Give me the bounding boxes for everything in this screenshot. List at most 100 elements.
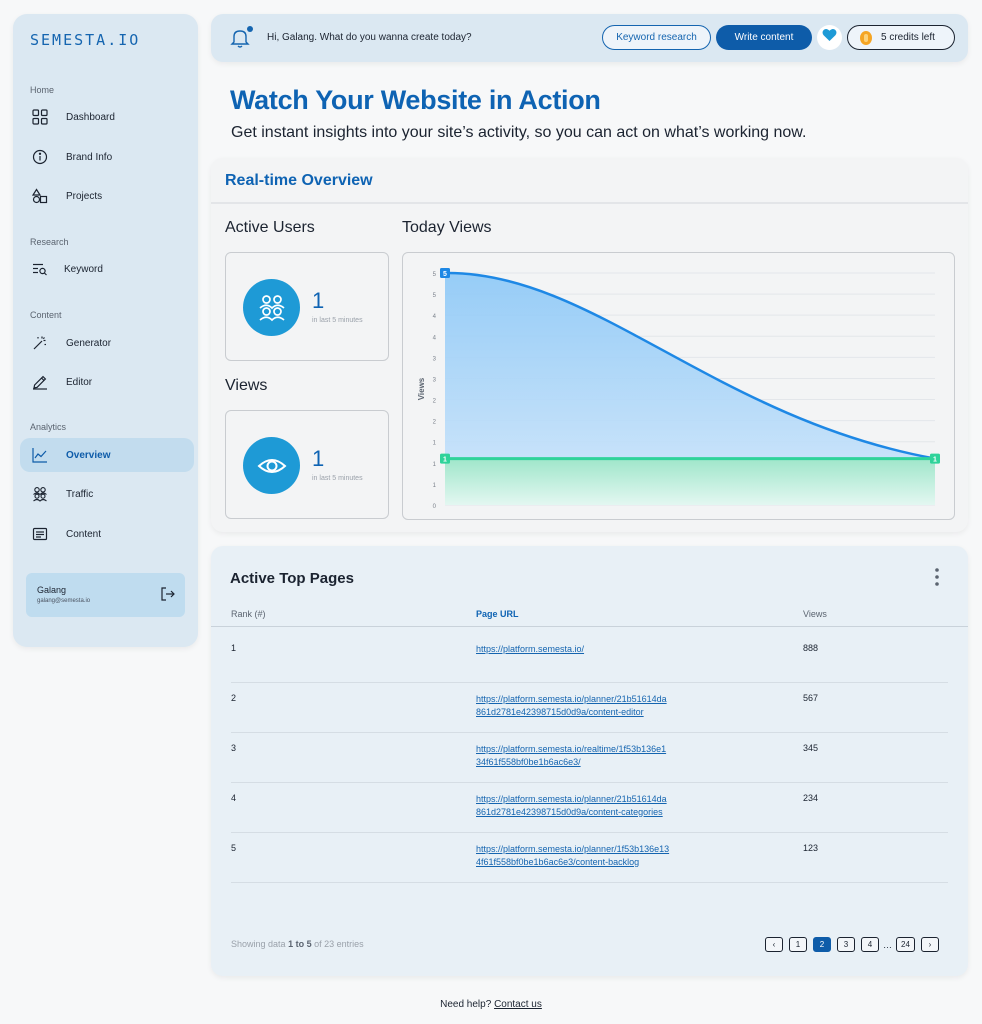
table-row: 5 https://platform.semesta.io/planner/1f… — [231, 833, 948, 883]
page-url-link[interactable]: https://platform.semesta.io/planner/21b5… — [476, 693, 671, 718]
views-cell: 567 — [803, 693, 819, 703]
rank-cell: 4 — [231, 793, 237, 803]
active-users-value: 1 — [312, 288, 325, 313]
page-url-link[interactable]: https://platform.semesta.io/planner/1f53… — [476, 843, 671, 868]
sidebar-item-label: Dashboard — [66, 111, 115, 123]
sidebar-item-overview[interactable]: Overview — [20, 438, 194, 472]
keyword-research-button[interactable]: Keyword research — [602, 25, 711, 50]
page-button-4[interactable]: 4 — [861, 937, 879, 952]
page-button-1[interactable]: 1 — [789, 937, 807, 952]
sidebar-item-editor[interactable]: Editor — [20, 365, 194, 399]
y-tick-label: 1 — [433, 441, 437, 447]
write-content-button[interactable]: Write content — [716, 25, 812, 50]
divider — [211, 202, 968, 204]
y-tick-label: 4 — [433, 335, 437, 341]
showing-prefix: Showing data — [231, 939, 286, 949]
users-icon — [31, 485, 49, 503]
sidebar-item-label: Brand Info — [66, 151, 113, 163]
y-tick-label: 2 — [433, 399, 437, 405]
y-tick-label: 1 — [433, 462, 437, 468]
favorites-button[interactable] — [817, 25, 842, 50]
column-header-url[interactable]: Page URL — [476, 609, 519, 619]
page-url-link[interactable]: https://platform.semesta.io/ — [476, 643, 671, 656]
views-cell: 888 — [803, 643, 819, 653]
y-tick-label: 5 — [433, 272, 437, 278]
y-tick-label: 3 — [433, 377, 437, 383]
column-header-views[interactable]: Views — [803, 609, 827, 619]
section-label-analytics: Analytics — [30, 422, 67, 432]
sidebar-item-label: Editor — [66, 376, 93, 388]
today-views-label: Today Views — [402, 219, 492, 236]
pagination: ‹ 1 2 3 4 … 24 › — [765, 937, 945, 952]
series-area-fill — [445, 458, 935, 505]
sidebar-item-brand-info[interactable]: Brand Info — [20, 140, 194, 174]
sidebar-item-label: Keyword — [64, 263, 103, 275]
chart-line-icon — [31, 446, 49, 464]
active-users-caption: in last 5 minutes — [312, 317, 363, 324]
header-divider — [211, 626, 968, 627]
showing-range: 1 to 5 — [288, 939, 312, 949]
data-label: 5 — [443, 271, 447, 278]
user-email: galang@semesta.io — [37, 598, 91, 604]
greeting-text: Hi, Galang. What do you wanna create tod… — [267, 32, 472, 43]
today-views-chart: 5 5 4 4 3 3 2 2 1 1 1 0 Views 5 1 1 — [402, 252, 955, 520]
magic-wand-icon — [31, 334, 49, 352]
rank-cell: 3 — [231, 743, 237, 753]
sidebar-item-dashboard[interactable]: Dashboard — [20, 100, 194, 134]
more-options-icon[interactable] — [933, 566, 941, 588]
showing-entries-text: Showing data 1 to 5 of 23 entries — [231, 939, 364, 949]
document-icon — [31, 525, 49, 543]
sidebar-item-label: Generator — [66, 337, 112, 349]
y-tick-label: 0 — [433, 504, 437, 510]
page-button-3[interactable]: 3 — [837, 937, 855, 952]
page-title: Watch Your Website in Action — [230, 85, 601, 115]
views-cell: 123 — [803, 843, 819, 853]
sidebar-item-traffic[interactable]: Traffic — [20, 477, 194, 511]
sidebar-item-content[interactable]: Content — [20, 517, 194, 551]
section-label-content: Content — [30, 310, 62, 320]
section-label-research: Research — [30, 237, 69, 247]
contact-us-link[interactable]: Contact us — [494, 999, 542, 1010]
views-value: 1 — [312, 446, 325, 471]
grid-icon — [31, 108, 49, 126]
user-card: Galang galang@semesta.io — [26, 573, 185, 617]
sidebar-item-label: Projects — [66, 190, 103, 202]
data-label: 1 — [933, 457, 937, 464]
column-header-rank[interactable]: Rank (#) — [231, 609, 266, 619]
area-chart: 554433221110Views51 1 — [417, 268, 940, 510]
active-users-box: 1 in last 5 minutes — [225, 252, 389, 361]
page-url-link[interactable]: https://platform.semesta.io/planner/21b5… — [476, 793, 671, 818]
y-tick-label: 1 — [433, 483, 437, 489]
sidebar: SEMESTA.IO Home Dashboard Brand Info Pro… — [13, 14, 198, 647]
footer: Need help? Contact us — [0, 999, 982, 1010]
views-label: Views — [225, 377, 268, 394]
sidebar-item-generator[interactable]: Generator — [20, 326, 194, 360]
pagination-ellipsis: … — [883, 939, 892, 950]
active-users-label: Active Users — [225, 219, 315, 236]
y-tick-label: 5 — [433, 293, 437, 299]
active-top-pages-card: Active Top Pages Rank (#) Page URL Views… — [211, 546, 968, 976]
y-tick-label: 3 — [433, 356, 437, 362]
app-logo[interactable]: SEMESTA.IO — [30, 31, 140, 49]
credits-badge[interactable]: 5 credits left — [847, 25, 955, 50]
logout-icon[interactable] — [160, 586, 176, 602]
sidebar-item-projects[interactable]: Projects — [20, 179, 194, 213]
sidebar-item-label: Overview — [66, 449, 111, 461]
section-label-home: Home — [30, 85, 55, 95]
prev-page-button[interactable]: ‹ — [765, 937, 783, 952]
page-button-2[interactable]: 2 — [813, 937, 831, 952]
page-url-link[interactable]: https://platform.semesta.io/realtime/1f5… — [476, 743, 671, 768]
info-icon — [31, 148, 49, 166]
rank-cell: 2 — [231, 693, 237, 703]
notification-dot — [247, 26, 253, 32]
pages-title: Active Top Pages — [230, 570, 354, 587]
realtime-title: Real-time Overview — [225, 172, 373, 189]
page-subtitle: Get instant insights into your site’s ac… — [231, 124, 807, 141]
views-cell: 345 — [803, 743, 819, 753]
page-button-24[interactable]: 24 — [896, 937, 915, 952]
table-row: 2 https://platform.semesta.io/planner/21… — [231, 683, 948, 733]
credits-label: 5 credits left — [881, 32, 935, 43]
next-page-button[interactable]: › — [921, 937, 939, 952]
sidebar-item-keyword[interactable]: Keyword — [20, 252, 194, 286]
shapes-icon — [31, 187, 49, 205]
